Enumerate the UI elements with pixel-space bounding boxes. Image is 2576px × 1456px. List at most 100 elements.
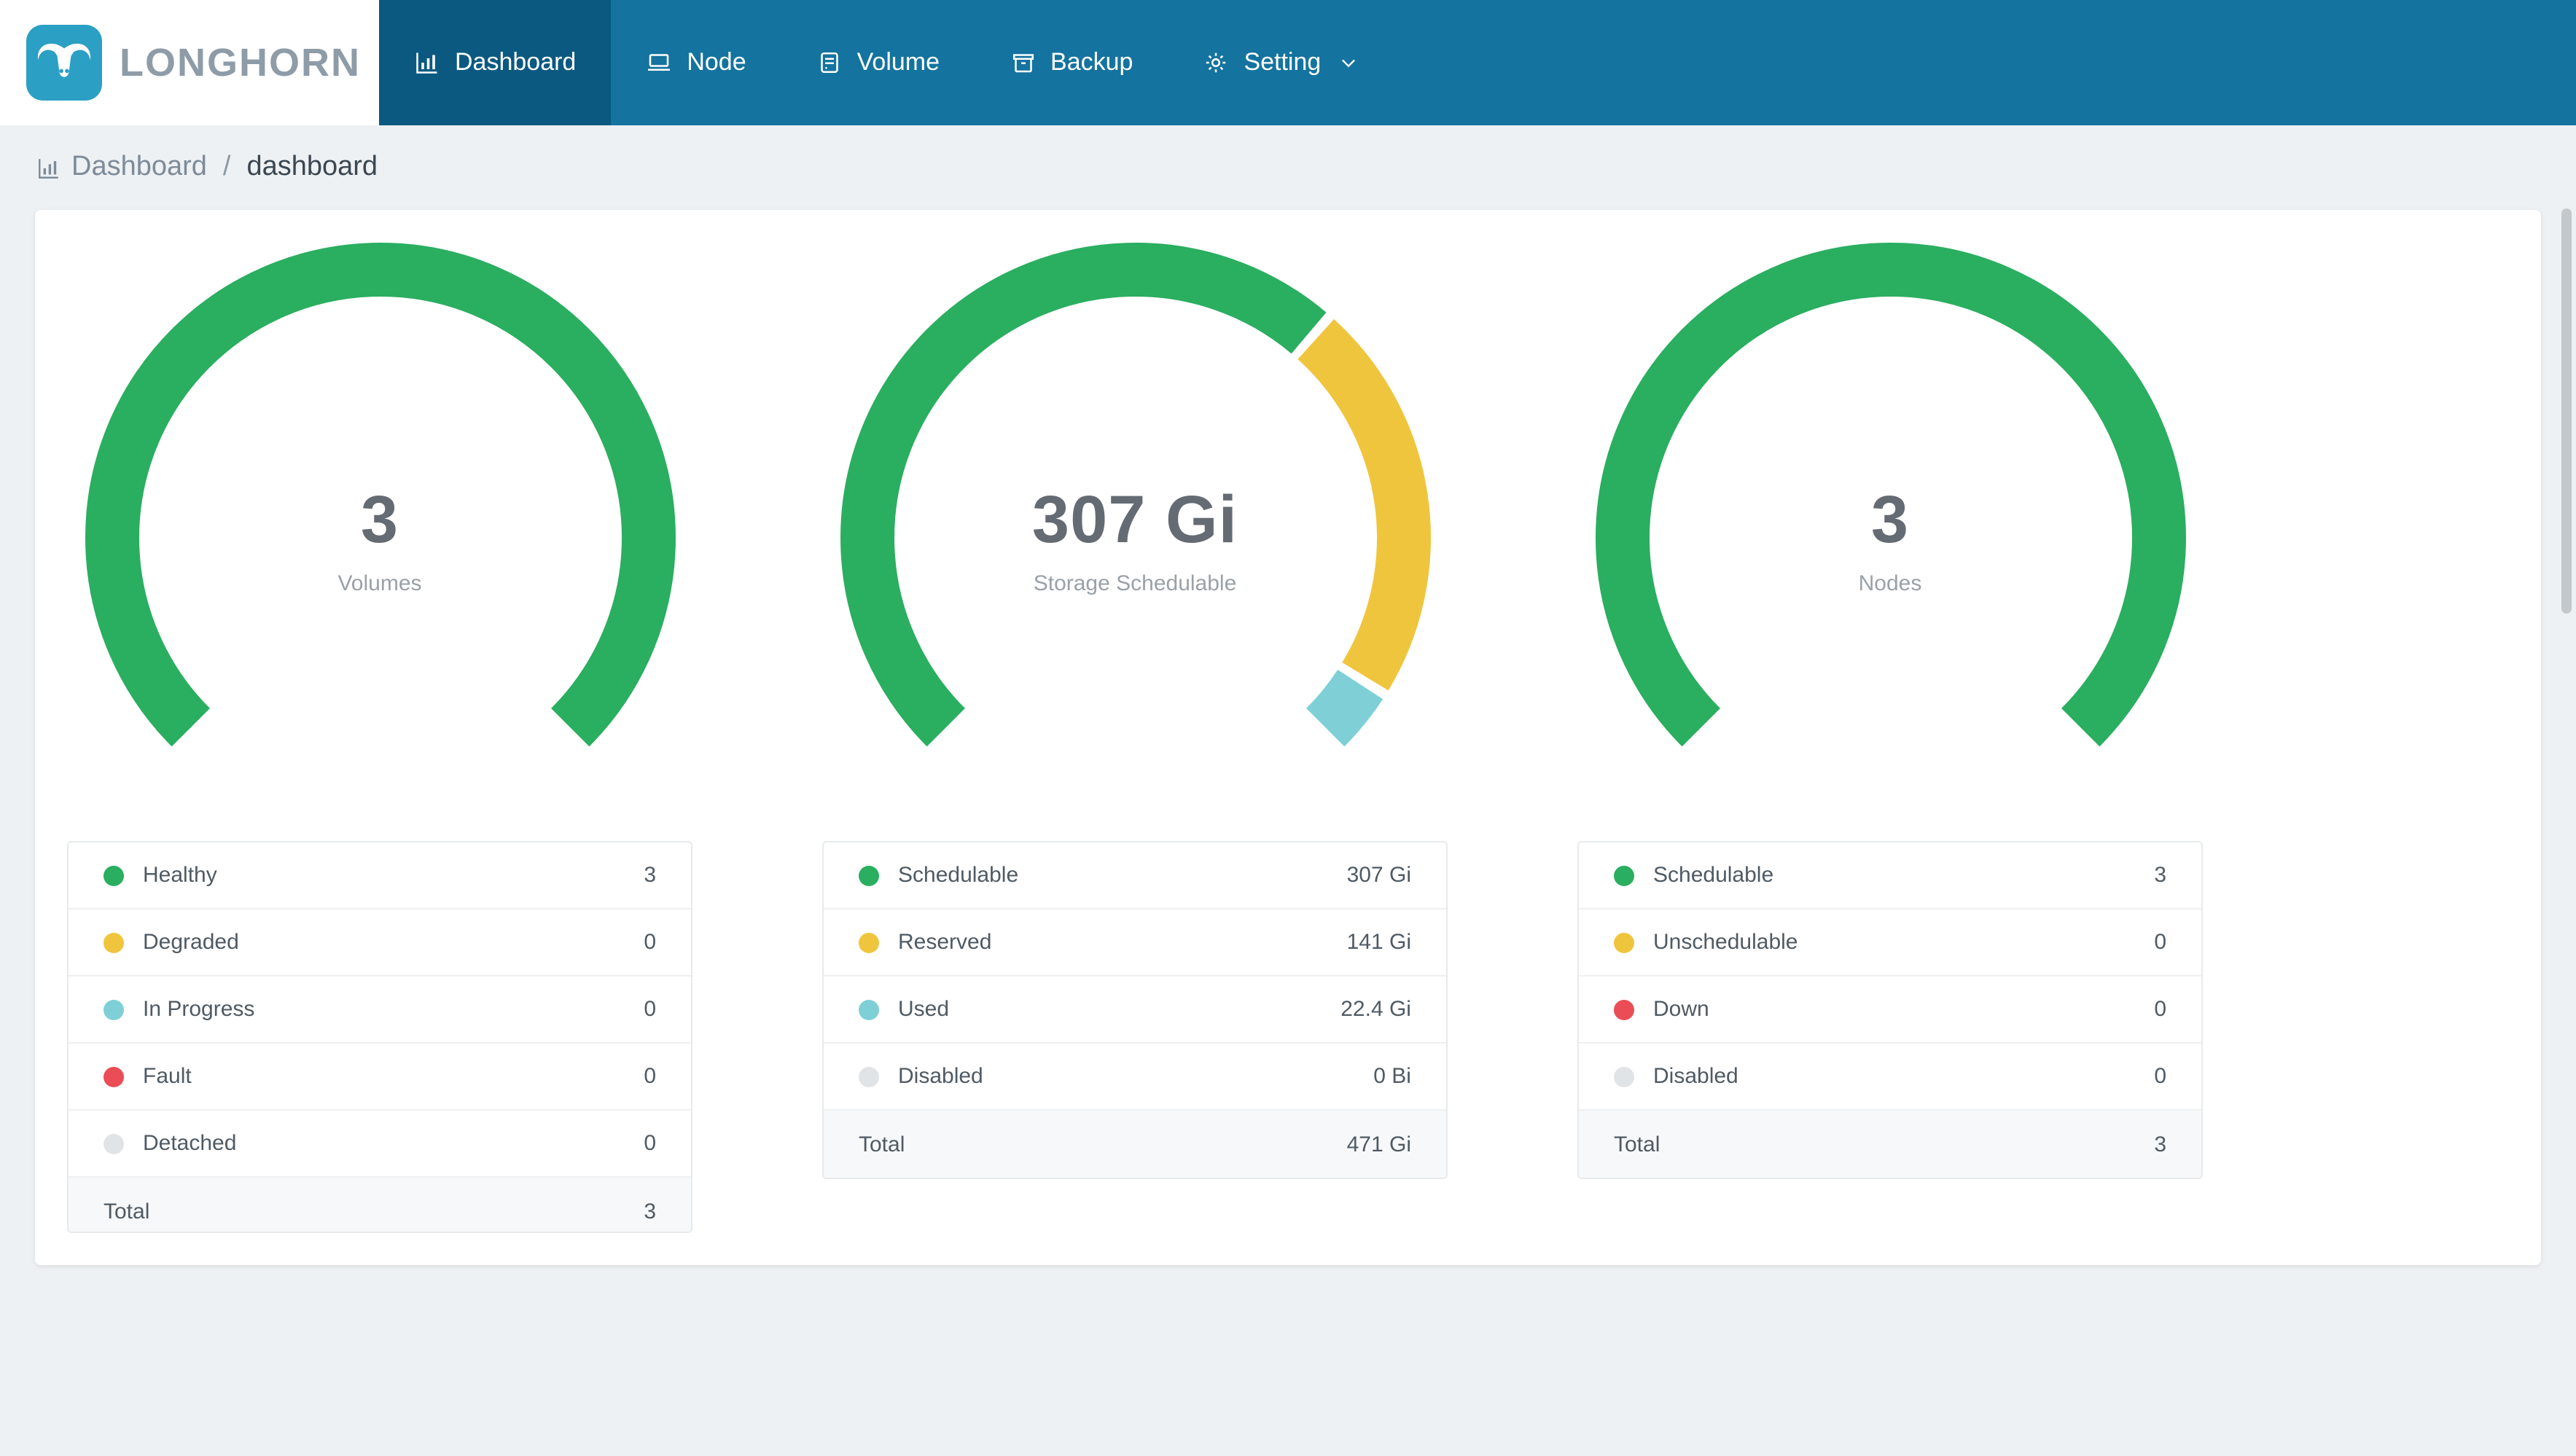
legend-color-dot xyxy=(1614,999,1634,1019)
legend-color-dot xyxy=(104,865,124,885)
brand-logo[interactable]: LONGHORN xyxy=(0,0,379,125)
legend-label: Unschedulable xyxy=(1653,930,1798,955)
legend-color-dot xyxy=(104,1066,124,1087)
legend-label: Down xyxy=(1653,997,1709,1022)
legend-row-disabled: Disabled 0 Bi xyxy=(824,1044,1446,1111)
longhorn-logo-icon xyxy=(26,25,102,101)
total-label: Total xyxy=(104,1199,150,1224)
legend-row-fault: Fault 0 xyxy=(69,1044,691,1111)
volumes-panel: 3 Volumes Healthy 3 Degraded 0 In Progress 0 F… xyxy=(67,242,692,1233)
legend-value: 3 xyxy=(2154,863,2166,888)
gauge-segment-reserved xyxy=(1297,319,1430,691)
nodes-panel: 3 Nodes Schedulable 3 Unschedulable 0 Down 0 D… xyxy=(1577,242,2203,1233)
volumes-legend-table: Healthy 3 Degraded 0 In Progress 0 Fault 0 Detac… xyxy=(67,841,692,1233)
total-value: 471 Gi xyxy=(1346,1132,1411,1156)
storage-gauge-chart: 307 Gi Storage Schedulable xyxy=(839,242,1431,834)
total-label: Total xyxy=(1614,1132,1660,1156)
legend-value: 307 Gi xyxy=(1346,863,1411,888)
legend-value: 141 Gi xyxy=(1346,930,1411,955)
nav-tab-setting[interactable]: Setting xyxy=(1168,0,1394,125)
gauge-segment-healthy xyxy=(85,243,675,747)
legend-row-used: Used 22.4 Gi xyxy=(824,976,1446,1044)
legend-row-disabled: Disabled 0 xyxy=(1579,1044,2201,1111)
legend-color-dot xyxy=(104,1133,124,1154)
legend-color-dot xyxy=(859,932,879,952)
legend-row-reserved: Reserved 141 Gi xyxy=(824,909,1446,976)
legend-value: 22.4 Gi xyxy=(1340,997,1411,1022)
node-icon xyxy=(646,50,672,76)
legend-color-dot xyxy=(859,1066,879,1087)
app-header: LONGHORN Dashboard Node Volume Backup Se… xyxy=(0,0,2576,125)
legend-label: Disabled xyxy=(898,1064,983,1089)
legend-value: 0 xyxy=(2154,930,2166,955)
legend-label: Degraded xyxy=(143,930,239,955)
gauge-segment-schedulable xyxy=(840,243,1326,747)
legend-color-dot xyxy=(104,999,124,1019)
legend-value: 0 Bi xyxy=(1373,1064,1411,1089)
legend-label: Disabled xyxy=(1653,1064,1738,1089)
legend-label: Reserved xyxy=(898,930,992,955)
longhorn-dashboard-page: LONGHORN Dashboard Node Volume Backup Se… xyxy=(0,0,2576,1456)
legend-rows: Schedulable 3 Unschedulable 0 Down 0 Disabled 0 xyxy=(1579,842,2201,1111)
nav-tab-label: Dashboard xyxy=(455,48,577,76)
breadcrumb-dashboard-link[interactable]: Dashboard xyxy=(71,152,207,184)
gauge-segment-schedulable xyxy=(1595,243,2185,747)
breadcrumb: Dashboard / dashboard xyxy=(0,125,2576,210)
gauge-arc-svg xyxy=(840,243,1430,747)
breadcrumb-separator: / xyxy=(222,152,231,182)
legend-total-row: Total 3 xyxy=(69,1178,691,1232)
gear-icon xyxy=(1203,50,1229,76)
legend-label: Schedulable xyxy=(1653,863,1774,888)
vertical-scrollbar-thumb[interactable] xyxy=(2561,208,2572,614)
legend-value: 0 xyxy=(644,930,656,955)
volume-icon xyxy=(816,50,843,76)
legend-color-dot xyxy=(1614,865,1634,885)
main-content: 3 Volumes Healthy 3 Degraded 0 In Progress 0 F… xyxy=(0,210,2576,1265)
main-nav: Dashboard Node Volume Backup Setting xyxy=(379,0,1394,125)
breadcrumb-current-page: dashboard xyxy=(246,152,378,182)
legend-row-unschedulable: Unschedulable 0 xyxy=(1579,909,2201,976)
legend-label: In Progress xyxy=(143,997,255,1022)
gauge-segment-used xyxy=(1305,669,1383,747)
nav-tab-label: Volume xyxy=(856,48,940,76)
nav-tab-label: Setting xyxy=(1244,48,1322,76)
legend-label: Healthy xyxy=(143,863,217,888)
legend-value: 0 xyxy=(2154,997,2166,1022)
legend-row-schedulable: Schedulable 307 Gi xyxy=(824,842,1446,909)
legend-label: Detached xyxy=(143,1131,237,1156)
legend-row-degraded: Degraded 0 xyxy=(69,909,691,976)
gauge-arc-svg xyxy=(1595,243,2185,747)
legend-rows: Healthy 3 Degraded 0 In Progress 0 Fault 0 Detac… xyxy=(69,842,691,1178)
nav-tab-node[interactable]: Node xyxy=(611,0,781,125)
brand-name: LONGHORN xyxy=(120,40,361,84)
total-value: 3 xyxy=(644,1199,656,1224)
storage-legend-table: Schedulable 307 Gi Reserved 141 Gi Used 22.4 … xyxy=(822,841,1448,1179)
legend-color-dot xyxy=(1614,1066,1634,1087)
total-label: Total xyxy=(859,1132,905,1156)
volumes-gauge-chart: 3 Volumes xyxy=(84,242,676,834)
nav-tab-dashboard[interactable]: Dashboard xyxy=(379,0,612,125)
legend-label: Used xyxy=(898,997,950,1022)
nav-tab-label: Backup xyxy=(1050,48,1133,76)
legend-value: 0 xyxy=(2154,1064,2166,1089)
backup-icon xyxy=(1010,50,1036,76)
total-value: 3 xyxy=(2154,1132,2166,1156)
legend-row-detached: Detached 0 xyxy=(69,1111,691,1178)
nav-tab-volume[interactable]: Volume xyxy=(781,0,975,125)
bar-chart-icon xyxy=(36,155,61,180)
legend-total-row: Total 471 Gi xyxy=(824,1111,1446,1178)
dashboard-card: 3 Volumes Healthy 3 Degraded 0 In Progress 0 F… xyxy=(35,210,2541,1265)
legend-value: 0 xyxy=(644,1131,656,1156)
nav-tab-label: Node xyxy=(687,48,746,76)
legend-label: Schedulable xyxy=(898,863,1019,888)
legend-row-down: Down 0 xyxy=(1579,976,2201,1044)
legend-total-row: Total 3 xyxy=(1579,1111,2201,1178)
legend-value: 0 xyxy=(644,997,656,1022)
legend-label: Fault xyxy=(143,1064,192,1089)
legend-row-schedulable: Schedulable 3 xyxy=(1579,842,2201,909)
legend-rows: Schedulable 307 Gi Reserved 141 Gi Used 22.4 … xyxy=(824,842,1446,1111)
legend-row-healthy: Healthy 3 xyxy=(69,842,691,909)
storage-panel: 307 Gi Storage Schedulable Schedulable 30… xyxy=(822,242,1448,1233)
legend-color-dot xyxy=(859,865,879,885)
nav-tab-backup[interactable]: Backup xyxy=(975,0,1168,125)
